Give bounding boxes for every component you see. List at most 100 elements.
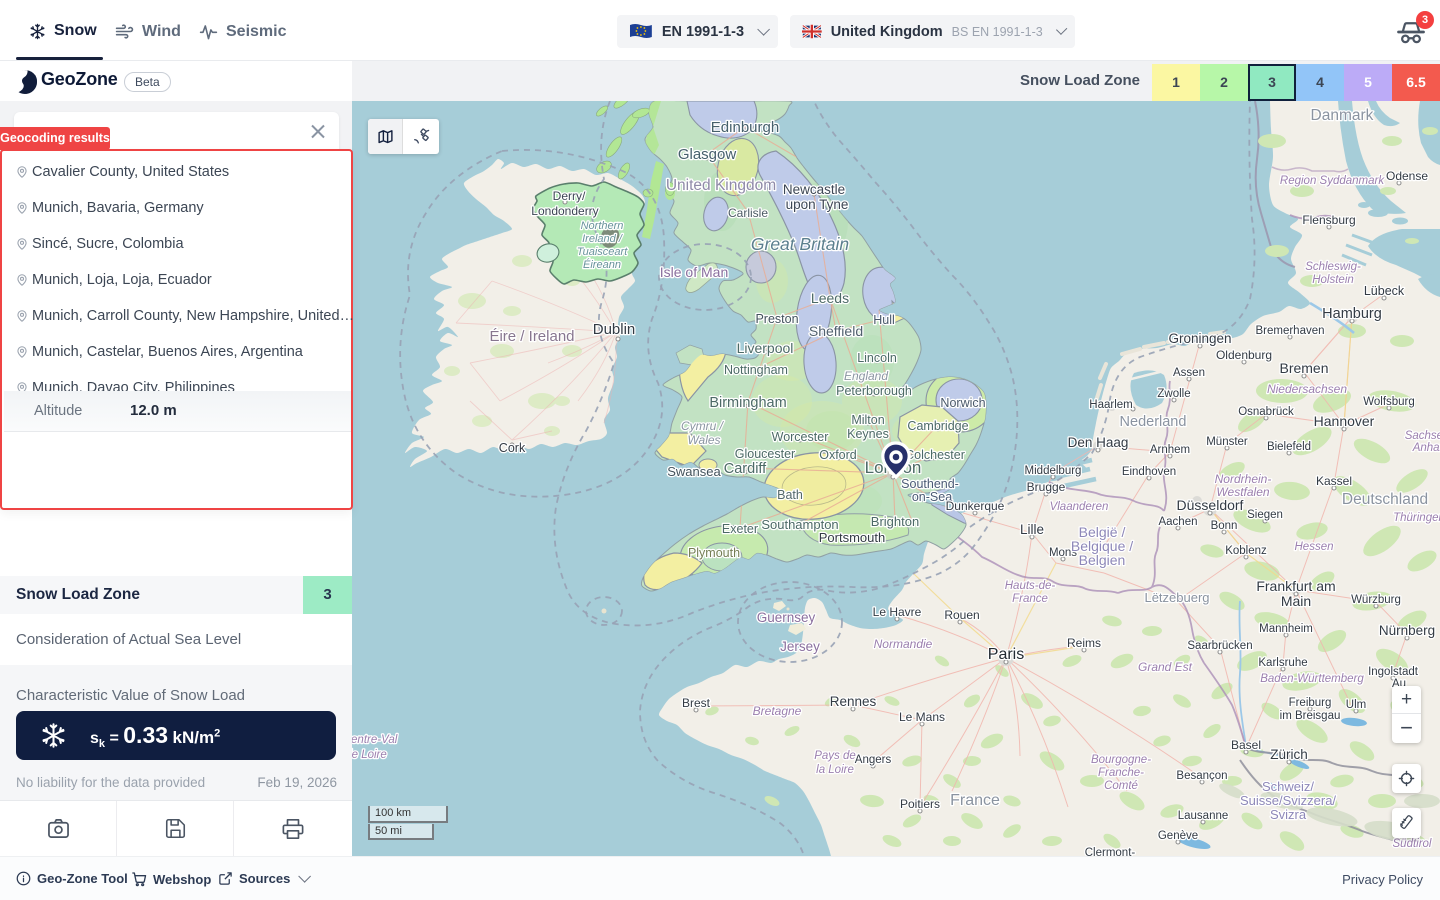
svg-text:Danmark: Danmark <box>1311 107 1374 124</box>
svg-text:Suisse/Svizzera/: Suisse/Svizzera/ <box>1240 793 1336 808</box>
svg-text:Thüringen: Thüringen <box>1393 512 1440 524</box>
svg-text:Sachsen-: Sachsen- <box>1405 430 1440 442</box>
svg-text:Haarlem: Haarlem <box>1089 399 1132 411</box>
svg-text:Niedersachsen: Niedersachsen <box>1267 382 1347 396</box>
svg-text:Jersey: Jersey <box>780 639 820 654</box>
svg-text:Comté: Comté <box>1104 780 1138 792</box>
svg-text:Groningen: Groningen <box>1168 331 1231 346</box>
svg-text:France: France <box>1012 593 1048 605</box>
svg-text:England: England <box>844 369 888 383</box>
svg-text:Keynes: Keynes <box>847 427 889 441</box>
svg-text:Le Havre: Le Havre <box>873 605 922 619</box>
svg-text:Holstein: Holstein <box>1312 274 1354 286</box>
svg-text:Norwich: Norwich <box>940 396 985 410</box>
svg-text:Brugge: Brugge <box>1027 480 1066 494</box>
svg-text:Cambridge: Cambridge <box>907 419 968 433</box>
svg-text:United Kingdom: United Kingdom <box>666 177 776 194</box>
svg-text:Münster: Münster <box>1206 436 1248 448</box>
svg-text:Glasgow: Glasgow <box>678 146 737 163</box>
svg-text:Hannover: Hannover <box>1314 413 1375 429</box>
svg-text:Eindhoven: Eindhoven <box>1122 466 1176 478</box>
svg-text:Bretagne: Bretagne <box>753 704 802 718</box>
svg-text:Pays de: Pays de <box>814 750 856 762</box>
svg-text:Koblenz: Koblenz <box>1225 545 1267 557</box>
svg-text:Main: Main <box>1281 593 1311 609</box>
svg-text:Freiburg: Freiburg <box>1289 697 1332 709</box>
svg-text:Belgien: Belgien <box>1079 552 1126 568</box>
svg-text:Lëtzebuerg: Lëtzebuerg <box>1144 590 1209 605</box>
svg-text:Birmingham: Birmingham <box>709 395 786 411</box>
svg-text:Exeter: Exeter <box>722 522 758 536</box>
svg-text:Hessen: Hessen <box>1295 541 1334 553</box>
svg-text:Nottingham: Nottingham <box>724 363 788 377</box>
svg-text:Saarbrücken: Saarbrücken <box>1187 640 1252 652</box>
svg-text:Northern: Northern <box>581 220 624 232</box>
svg-text:Schweiz/: Schweiz/ <box>1262 779 1314 794</box>
svg-text:Region Syddanmark: Region Syddanmark <box>1280 175 1385 187</box>
svg-text:Mannheim: Mannheim <box>1259 623 1313 635</box>
svg-text:Carlisle: Carlisle <box>728 206 768 220</box>
svg-text:Derry/: Derry/ <box>553 189 586 203</box>
svg-text:Edinburgh: Edinburgh <box>711 119 779 136</box>
svg-text:Rennes: Rennes <box>830 694 877 709</box>
svg-text:Grand Est: Grand Est <box>1138 660 1193 674</box>
svg-text:Lübeck: Lübeck <box>1364 284 1405 298</box>
svg-text:Zürich: Zürich <box>1270 747 1308 762</box>
svg-text:la Loire: la Loire <box>816 764 854 776</box>
svg-text:Reims: Reims <box>1067 636 1101 650</box>
svg-text:Paris: Paris <box>988 646 1024 663</box>
svg-text:Liverpool: Liverpool <box>737 340 794 356</box>
svg-text:Tuaisceart: Tuaisceart <box>577 246 628 258</box>
svg-text:Poitiers: Poitiers <box>900 797 940 811</box>
svg-text:Plymouth: Plymouth <box>688 546 740 560</box>
svg-text:Rouen: Rouen <box>944 608 979 622</box>
svg-text:Kassel: Kassel <box>1316 474 1352 488</box>
svg-text:Siegen: Siegen <box>1247 509 1283 521</box>
svg-text:Hauts-de-: Hauts-de- <box>1005 580 1056 592</box>
svg-text:Oxford: Oxford <box>819 448 857 462</box>
svg-text:Anhalt: Anhalt <box>1412 442 1440 454</box>
svg-text:Ireland /: Ireland / <box>582 233 623 245</box>
svg-text:Newcastle: Newcastle <box>783 182 845 197</box>
svg-text:Besançon: Besançon <box>1176 770 1227 782</box>
svg-text:Würzburg: Würzburg <box>1351 594 1401 606</box>
svg-text:Preston: Preston <box>755 312 798 326</box>
svg-text:Southend-: Southend- <box>901 477 959 491</box>
svg-text:Franche-: Franche- <box>1098 767 1144 779</box>
svg-text:Nürnberg: Nürnberg <box>1379 623 1435 638</box>
svg-text:upon Tyne: upon Tyne <box>786 197 849 212</box>
svg-text:Bielefeld: Bielefeld <box>1267 441 1311 453</box>
svg-text:Centre-Val: Centre-Val <box>352 734 398 746</box>
svg-text:Wolfsburg: Wolfsburg <box>1363 396 1415 408</box>
svg-text:Dublin: Dublin <box>593 321 636 338</box>
svg-text:im Breisgau: im Breisgau <box>1280 710 1341 722</box>
svg-text:Middelburg: Middelburg <box>1025 465 1082 477</box>
svg-text:Milton: Milton <box>851 413 884 427</box>
svg-text:Cymru /: Cymru / <box>681 419 725 433</box>
svg-text:Normandie: Normandie <box>874 637 933 651</box>
svg-text:Ulm: Ulm <box>1346 699 1366 711</box>
svg-text:Südtirol: Südtirol <box>1393 838 1432 850</box>
svg-text:Hull: Hull <box>873 313 895 327</box>
svg-text:Flensburg: Flensburg <box>1302 213 1355 227</box>
svg-text:Londonderry: Londonderry <box>531 204 598 218</box>
svg-text:Leeds: Leeds <box>811 290 849 306</box>
svg-text:Brest: Brest <box>682 696 711 710</box>
svg-text:Den Haag: Den Haag <box>1068 435 1129 450</box>
svg-text:Nederland: Nederland <box>1120 414 1187 430</box>
svg-text:Aachen: Aachen <box>1158 516 1197 528</box>
svg-text:Lincoln: Lincoln <box>857 351 897 365</box>
svg-text:Assen: Assen <box>1173 367 1205 379</box>
svg-text:Schleswig-: Schleswig- <box>1305 261 1361 273</box>
svg-text:Éireann: Éireann <box>583 258 621 271</box>
svg-text:Odense: Odense <box>1386 169 1428 183</box>
svg-text:Peterborough: Peterborough <box>836 384 912 398</box>
svg-text:Bremen: Bremen <box>1279 360 1328 376</box>
svg-text:Swansea: Swansea <box>667 464 721 479</box>
svg-text:Brighton: Brighton <box>871 514 919 529</box>
svg-text:Düsseldorf: Düsseldorf <box>1177 497 1244 513</box>
svg-text:Angers: Angers <box>855 754 892 766</box>
svg-text:Oldenburg: Oldenburg <box>1216 348 1272 362</box>
svg-text:Baden-Württemberg: Baden-Württemberg <box>1260 673 1364 685</box>
svg-text:Dunkerque: Dunkerque <box>946 499 1005 513</box>
